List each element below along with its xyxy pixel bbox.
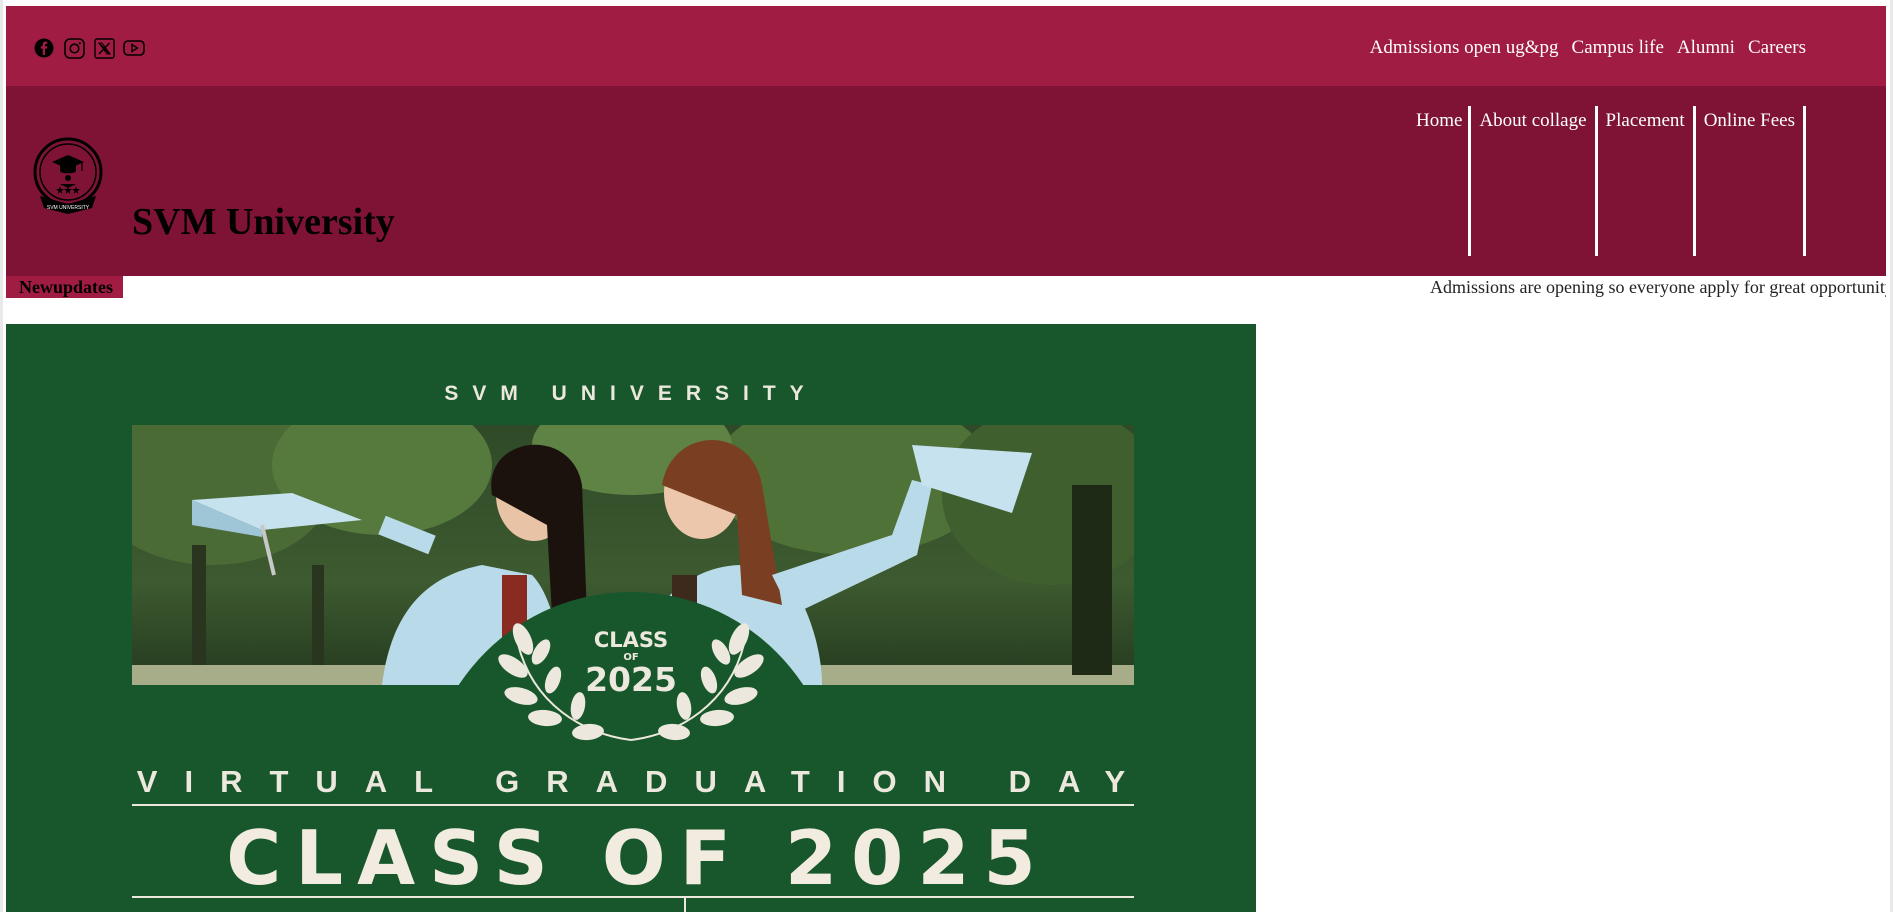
youtube-icon[interactable]: [123, 37, 145, 59]
top-links: Admissions open ug&pg Campus life Alumni…: [1370, 37, 1806, 59]
banner-headline: CLASS OF 2025: [226, 814, 1050, 902]
nav-online-fees[interactable]: Online Fees: [1696, 106, 1806, 256]
graduation-banner: SVM UNIVERSITY CLASS OF 2025 VIRTUAL GRA…: [6, 324, 1256, 912]
link-admissions[interactable]: Admissions open ug&pg: [1370, 37, 1559, 59]
class-of-emblem: CLASS OF 2025: [6, 628, 1256, 699]
x-twitter-icon[interactable]: [93, 37, 115, 59]
nav-about-collage[interactable]: About collage: [1471, 106, 1598, 256]
new-updates-label: Newupdates: [6, 276, 123, 298]
link-campus-life[interactable]: Campus life: [1572, 37, 1664, 59]
social-links: [33, 37, 145, 59]
facebook-icon[interactable]: [33, 37, 55, 59]
link-alumni[interactable]: Alumni: [1677, 37, 1735, 59]
divider-top: [132, 804, 1134, 806]
updates-ticker[interactable]: Admissions are opening so everyone apply…: [1430, 276, 1886, 298]
instagram-icon[interactable]: [63, 37, 85, 59]
nav-placement[interactable]: Placement: [1598, 106, 1696, 256]
link-careers[interactable]: Careers: [1748, 37, 1806, 59]
site-title[interactable]: SVM University: [132, 200, 395, 244]
event-title: VIRTUAL GRADUATION DAY: [136, 764, 1153, 799]
emblem-class: CLASS: [593, 628, 669, 652]
top-bar: Admissions open ug&pg Campus life Alumni…: [6, 6, 1886, 86]
divider-bottom: [132, 896, 1134, 898]
page: Admissions open ug&pg Campus life Alumni…: [0, 0, 1893, 912]
university-logo[interactable]: SVM UNIVERSITY: [30, 136, 106, 216]
ticker-text: Admissions are opening so everyone apply…: [1430, 277, 1886, 297]
main-nav: Home About collage Placement Online Fees: [1410, 106, 1806, 256]
banner-university-name: SVM UNIVERSITY: [444, 382, 818, 405]
site-header: SVM UNIVERSITY SVM University Home About…: [6, 86, 1886, 276]
emblem-year: 2025: [585, 660, 677, 699]
nav-home[interactable]: Home: [1410, 106, 1472, 256]
logo-ribbon-text: SVM UNIVERSITY: [47, 205, 90, 211]
divider-vertical: [684, 896, 686, 912]
